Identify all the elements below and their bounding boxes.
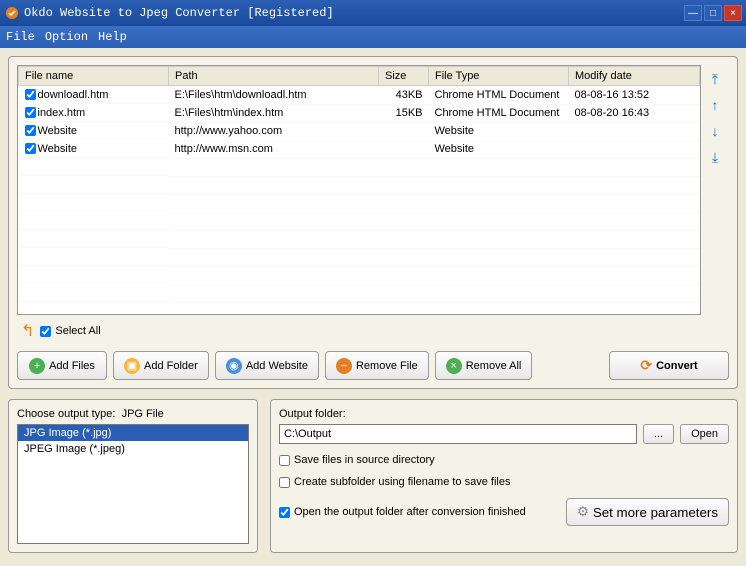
- table-row[interactable]: Websitehttp://www.yahoo.comWebsite: [19, 122, 700, 140]
- move-bottom-button[interactable]: ⤓: [705, 147, 725, 167]
- table-row[interactable]: downloadl.htmE:\Files\htm\downloadl.htm4…: [19, 86, 700, 105]
- convert-icon: ⟳: [640, 357, 652, 374]
- add-folder-button[interactable]: ▣ Add Folder: [113, 351, 209, 380]
- col-size[interactable]: Size: [379, 67, 429, 86]
- select-all-row: ↰ Select All: [17, 315, 729, 347]
- save-source-checkbox[interactable]: [279, 455, 290, 466]
- table-row-empty: [19, 158, 700, 176]
- table-row-empty: [19, 248, 700, 266]
- output-type-label: Choose output type: JPG File: [17, 408, 249, 420]
- output-type-listbox[interactable]: JPG Image (*.jpg) JPEG Image (*.jpeg): [17, 424, 249, 544]
- table-row-empty: [19, 284, 700, 302]
- remove-all-button[interactable]: × Remove All: [435, 351, 533, 380]
- add-website-label: Add Website: [246, 360, 308, 372]
- x-icon: ×: [446, 358, 462, 374]
- list-item[interactable]: JPG Image (*.jpg): [18, 425, 248, 441]
- row-checkbox[interactable]: [25, 125, 36, 136]
- save-source-label: Save files in source directory: [294, 454, 435, 466]
- output-folder-panel: Output folder: ... Open Save files in so…: [270, 399, 738, 553]
- minus-icon: −: [336, 358, 352, 374]
- bottom-panels: Choose output type: JPG File JPG Image (…: [8, 399, 738, 553]
- convert-button[interactable]: ⟳ Convert: [609, 351, 729, 380]
- file-table-container: File name Path Size File Type Modify dat…: [17, 65, 701, 315]
- output-folder-label: Output folder:: [279, 408, 729, 420]
- main-panel: File name Path Size File Type Modify dat…: [8, 56, 738, 389]
- table-row-empty: [19, 302, 700, 315]
- menu-file[interactable]: File: [6, 30, 35, 44]
- globe-icon: ◉: [226, 358, 242, 374]
- row-checkbox[interactable]: [25, 143, 36, 154]
- col-modify[interactable]: Modify date: [569, 67, 700, 86]
- app-icon: [4, 5, 20, 21]
- convert-label: Convert: [656, 360, 698, 372]
- browse-button[interactable]: ...: [643, 424, 674, 444]
- folder-input-row: ... Open: [279, 424, 729, 444]
- save-source-row: Save files in source directory: [279, 454, 729, 466]
- reorder-arrows: ⤒ ↑ ↓ ⤓: [705, 65, 729, 315]
- table-row-empty: [19, 212, 700, 230]
- toolbar: +Add Files ▣Add Folder ◉Add Website −Rem…: [17, 351, 729, 380]
- table-row-empty: [19, 230, 700, 248]
- table-row-empty: [19, 194, 700, 212]
- menu-help[interactable]: Help: [98, 30, 127, 44]
- add-files-button[interactable]: + Add Files: [17, 351, 107, 380]
- col-filetype[interactable]: File Type: [429, 67, 569, 86]
- folder-icon: ▣: [124, 358, 140, 374]
- move-down-button[interactable]: ↓: [705, 121, 725, 141]
- create-subfolder-label: Create subfolder using filename to save …: [294, 476, 510, 488]
- open-after-checkbox[interactable]: [279, 507, 290, 518]
- col-path[interactable]: Path: [169, 67, 379, 86]
- create-subfolder-checkbox[interactable]: [279, 477, 290, 488]
- output-folder-input[interactable]: [279, 424, 637, 444]
- list-item[interactable]: JPEG Image (*.jpeg): [18, 441, 248, 457]
- table-row[interactable]: Websitehttp://www.msn.comWebsite: [19, 140, 700, 158]
- table-row-empty: [19, 176, 700, 194]
- set-parameters-label: Set more parameters: [593, 505, 718, 520]
- table-row[interactable]: index.htmE:\Files\htm\index.htm15KBChrom…: [19, 104, 700, 122]
- minimize-button[interactable]: —: [684, 5, 702, 21]
- set-parameters-button[interactable]: ⚙ Set more parameters: [566, 498, 729, 526]
- menubar: File Option Help: [0, 26, 746, 48]
- remove-file-button[interactable]: −Remove File: [325, 351, 429, 380]
- open-after-label: Open the output folder after conversion …: [294, 506, 526, 518]
- content-area: File name Path Size File Type Modify dat…: [0, 48, 746, 566]
- output-type-panel: Choose output type: JPG File JPG Image (…: [8, 399, 258, 553]
- plus-icon: +: [29, 358, 45, 374]
- open-folder-button[interactable]: Open: [680, 424, 729, 444]
- row-checkbox[interactable]: [25, 89, 36, 100]
- create-subfolder-row: Create subfolder using filename to save …: [279, 476, 729, 488]
- table-row-empty: [19, 266, 700, 284]
- up-folder-icon[interactable]: ↰: [21, 321, 34, 341]
- output-type-current: JPG File: [122, 408, 164, 420]
- maximize-button[interactable]: □: [704, 5, 722, 21]
- titlebar: Okdo Website to Jpeg Converter [Register…: [0, 0, 746, 26]
- close-button[interactable]: ×: [724, 5, 742, 21]
- add-website-button[interactable]: ◉ Add Website: [215, 351, 319, 380]
- window-controls: — □ ×: [684, 5, 742, 21]
- row-checkbox[interactable]: [25, 107, 36, 118]
- add-files-label: Add Files: [49, 360, 95, 372]
- gear-icon: ⚙: [577, 504, 589, 520]
- window-title: Okdo Website to Jpeg Converter [Register…: [24, 6, 684, 20]
- remove-file-label: Remove File: [356, 360, 418, 372]
- remove-all-label: Remove All: [466, 360, 522, 372]
- file-list-area: File name Path Size File Type Modify dat…: [17, 65, 729, 315]
- col-filename[interactable]: File name: [19, 67, 169, 86]
- move-top-button[interactable]: ⤒: [705, 69, 725, 89]
- output-type-label-text: Choose output type:: [17, 408, 115, 420]
- select-all-label: Select All: [55, 325, 100, 337]
- file-table: File name Path Size File Type Modify dat…: [18, 66, 700, 315]
- menu-option[interactable]: Option: [45, 30, 88, 44]
- add-folder-label: Add Folder: [144, 360, 198, 372]
- open-after-row: Open the output folder after conversion …: [279, 498, 729, 526]
- move-up-button[interactable]: ↑: [705, 95, 725, 115]
- select-all-checkbox[interactable]: [40, 326, 51, 337]
